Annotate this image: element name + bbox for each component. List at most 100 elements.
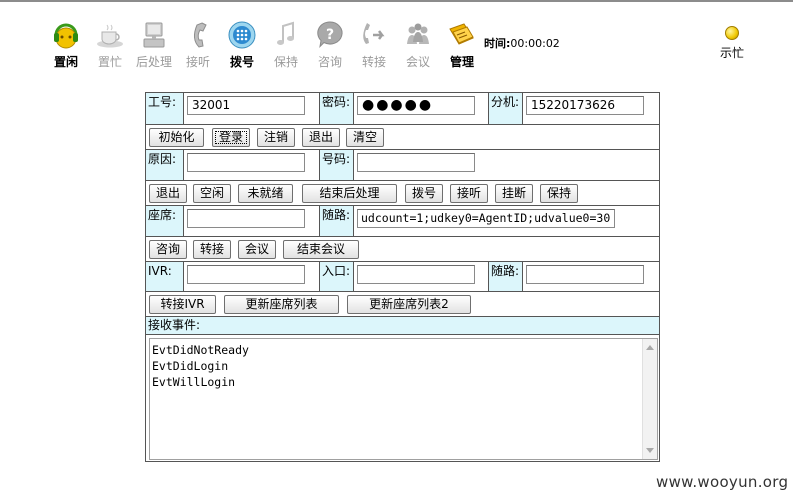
toolbar-button-busy[interactable]: 置忙 [88,20,132,70]
toolbar-button-consult[interactable]: ? 咨询 [308,20,352,70]
toolbar-button-conference[interactable]: 会议 [396,20,440,70]
toolbar-label: 保持 [273,55,298,69]
ivr-data-cell [523,262,659,291]
idle-button[interactable]: 空闲 [193,184,231,203]
status-indicator: 示忙 [714,26,750,61]
phone-receiver-icon [183,20,213,50]
toolbar-button-management[interactable]: 管理 [440,20,484,70]
consult-button[interactable]: 咨询 [149,240,187,259]
logout-button[interactable]: 注销 [257,128,295,147]
transfer-button[interactable]: 转接 [193,240,231,259]
extension-cell: 15220173626 [523,93,659,124]
login-buttons-row: 初始化 登录 注销 退出 清空 [146,125,659,150]
management-icon [447,20,477,50]
conference-buttons-row: 咨询 转接 会议 结束会议 [146,237,659,262]
toolbar-label: 置闲 [53,55,78,69]
agent-id-cell: 32001 [184,93,320,124]
call-control-buttons-row: 退出 空闲 未就绪 结束后处理 拨号 接听 挂断 保持 [146,181,659,206]
toolbar-button-answer[interactable]: 接听 [176,20,220,70]
toolbar-button-transfer[interactable]: 转接 [352,20,396,70]
password-cell: ●●●●● [354,93,489,124]
reason-label: 原因: [146,150,184,180]
received-events-label: 接收事件: [146,317,659,335]
event-line: EvtDidLogin [152,359,229,373]
toolbar-label: 会议 [405,55,430,69]
number-input[interactable] [357,153,475,172]
init-button[interactable]: 初始化 [149,128,204,147]
extension-input[interactable]: 15220173626 [526,96,644,115]
extension-label: 分机: [489,93,523,124]
associated-data-input[interactable]: udcount=1;udkey0=AgentID;udvalue0=30 [357,209,615,228]
transfer-arrow-icon [359,20,389,50]
hangup-button[interactable]: 挂断 [495,184,533,203]
reason-number-row: 原因: 号码: [146,150,659,181]
toolbar-label: 咨询 [317,55,342,69]
computer-icon [139,20,169,50]
events-log-scrollbar[interactable] [642,339,657,459]
toolbar-button-after-call[interactable]: 后处理 [132,20,176,70]
not-ready-button[interactable]: 未就绪 [238,184,293,203]
password-input[interactable]: ●●●●● [357,96,475,115]
scroll-down-icon[interactable] [646,448,654,453]
toolbar-button-idle[interactable]: 置闲 [44,20,88,70]
status-label: 示忙 [719,46,744,60]
end-conference-button[interactable]: 结束会议 [283,240,359,259]
login-fields-row: 工号: 32001 密码: ●●●●● 分机: 15220173626 [146,93,659,125]
agent-id-input[interactable]: 32001 [187,96,305,115]
svg-text:?: ? [326,27,334,43]
call-timer: 时间:00:00:02 [484,35,560,51]
entry-input[interactable] [357,265,475,284]
entry-cell [354,262,489,291]
top-border [0,0,793,2]
dial-button[interactable]: 拨号 [405,184,443,203]
timer-value: 00:00:02 [510,37,560,50]
answer-button[interactable]: 接听 [450,184,488,203]
toolbar-label: 置忙 [97,55,122,69]
ivr-input[interactable] [187,265,305,284]
number-label: 号码: [320,150,354,180]
toolbar-label: 管理 [449,55,474,69]
ivr-buttons-row: 转接IVR 更新座席列表 更新座席列表2 [146,292,659,317]
ivr-data-input[interactable] [526,265,644,284]
music-note-icon [271,20,301,50]
number-cell [354,150,659,180]
timer-label: 时间: [484,37,511,50]
ivr-fields-row: IVR: 入口: 随路: [146,262,659,292]
headset-icon [51,20,81,50]
events-log-textarea[interactable]: EvtDidNotReady EvtDidLogin EvtWillLogin [149,338,658,460]
coffee-cup-icon [95,20,125,50]
event-line: EvtWillLogin [152,375,236,389]
scroll-up-icon[interactable] [646,345,654,350]
toolbar-label: 转接 [361,55,386,69]
conference-button[interactable]: 会议 [238,240,276,259]
exit-button[interactable]: 退出 [302,128,340,147]
entry-label: 入口: [320,262,354,291]
hold-button[interactable]: 保持 [540,184,578,203]
agent-id-label: 工号: [146,93,184,124]
dial-pad-icon [227,20,257,50]
conference-icon [403,20,433,50]
status-light-icon [725,26,739,40]
toolbar-label: 后处理 [135,55,172,69]
ivr-cell [184,262,320,291]
seat-input[interactable] [187,209,305,228]
transfer-ivr-button[interactable]: 转接IVR [149,295,216,314]
password-label: 密码: [320,93,354,124]
update-seat-list-2-button[interactable]: 更新座席列表2 [347,295,471,314]
ivr-label: IVR: [146,262,184,291]
login-button[interactable]: 登录 [212,128,250,147]
reason-input[interactable] [187,153,305,172]
seat-cell [184,206,320,236]
associated-data-cell: udcount=1;udkey0=AgentID;udvalue0=30 [354,206,659,236]
toolbar-button-hold[interactable]: 保持 [264,20,308,70]
update-seat-list-button[interactable]: 更新座席列表 [224,295,339,314]
end-after-call-button[interactable]: 结束后处理 [302,184,397,203]
seat-data-row: 座席: 随路: udcount=1;udkey0=AgentID;udvalue… [146,206,659,237]
associated-data-label: 随路: [320,206,354,236]
exit-button[interactable]: 退出 [149,184,187,203]
toolbar-label: 拨号 [229,55,254,69]
clear-button[interactable]: 清空 [346,128,384,147]
event-line: EvtDidNotReady [152,343,249,357]
toolbar-button-dial[interactable]: 拨号 [220,20,264,70]
ivr-data-label: 随路: [489,262,523,291]
